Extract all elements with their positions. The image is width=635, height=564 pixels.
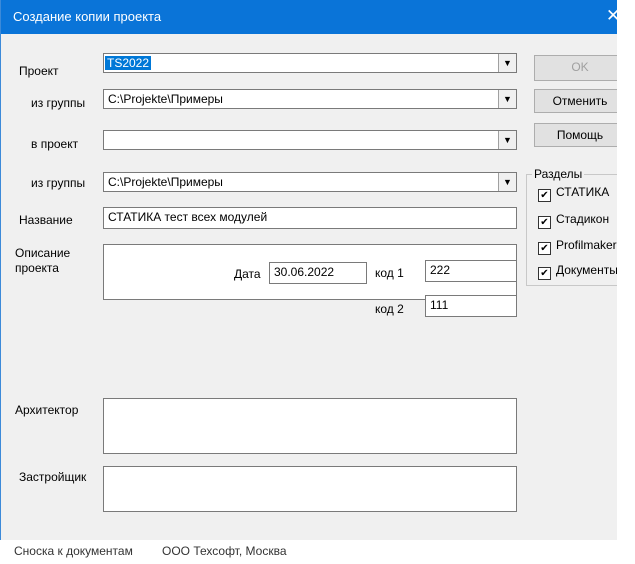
from-group-label: из группы: [31, 96, 86, 110]
date-label: Дата: [234, 267, 261, 281]
checkbox-check-icon: ✔: [538, 267, 551, 280]
section-documents-checkbox[interactable]: ✔ Документы: [538, 263, 618, 280]
torn-edge: [617, 0, 635, 564]
architect-label: Архитектор: [15, 403, 79, 417]
developer-label: Застройщик: [19, 470, 87, 484]
to-group-combo[interactable]: C:\Projekte\Примеры ▼: [103, 172, 517, 192]
section-statika-checkbox[interactable]: ✔ СТАТИКА: [538, 185, 609, 202]
title-bar: Создание копии проекта ✕: [1, 0, 625, 34]
chevron-down-icon[interactable]: ▼: [498, 54, 516, 72]
section-documents-label: Документы: [556, 263, 618, 277]
code1-label: код 1: [375, 266, 404, 280]
doc-ref-label: Сноска к документам: [14, 544, 133, 558]
section-stadikon-checkbox[interactable]: ✔ Стадикон: [538, 212, 609, 229]
from-group-combo[interactable]: C:\Projekte\Примеры ▼: [103, 89, 517, 109]
section-profilmaker-label: Profilmaker: [556, 238, 617, 252]
bottom-strip: Сноска к документам ООО Техсофт, Москва: [0, 540, 635, 564]
from-group-combo-value: C:\Projekte\Примеры: [108, 92, 223, 106]
chevron-down-icon[interactable]: ▼: [498, 90, 516, 108]
copy-project-dialog: Создание копии проекта ✕ Проект TS2022 ▼…: [0, 0, 625, 564]
name-label: Название: [19, 213, 73, 227]
developer-textarea[interactable]: [103, 466, 517, 512]
checkbox-check-icon: ✔: [538, 216, 551, 229]
chevron-down-icon[interactable]: ▼: [498, 173, 516, 191]
checkbox-check-icon: ✔: [538, 189, 551, 202]
doc-ref-value[interactable]: ООО Техсофт, Москва: [162, 544, 287, 558]
cancel-button[interactable]: Отменить: [534, 89, 625, 113]
date-input[interactable]: 30.06.2022: [269, 262, 367, 284]
checkbox-check-icon: ✔: [538, 242, 551, 255]
help-button[interactable]: Помощь: [534, 123, 625, 147]
architect-textarea[interactable]: [103, 398, 517, 454]
name-input[interactable]: СТАТИКА тест всех модулей: [103, 207, 517, 229]
project-combo[interactable]: TS2022 ▼: [103, 53, 517, 73]
project-label: Проект: [19, 64, 59, 78]
project-combo-value: TS2022: [105, 56, 152, 70]
section-profilmaker-checkbox[interactable]: ✔ Profilmaker: [538, 238, 617, 255]
code2-label: код 2: [375, 302, 404, 316]
code2-input[interactable]: 111: [425, 295, 517, 317]
chevron-down-icon[interactable]: ▼: [498, 131, 516, 149]
sections-group-title: Разделы: [532, 167, 585, 181]
section-statika-label: СТАТИКА: [556, 185, 610, 199]
to-group-label: из группы: [31, 176, 86, 190]
description-label: Описание проекта: [15, 246, 71, 275]
window-title: Создание копии проекта: [13, 9, 162, 24]
to-project-combo[interactable]: ▼: [103, 130, 517, 150]
ok-button[interactable]: OK: [534, 55, 625, 81]
code1-input[interactable]: 222: [425, 260, 517, 282]
to-group-combo-value: C:\Projekte\Примеры: [108, 175, 223, 189]
to-project-label: в проект: [31, 137, 79, 151]
section-stadikon-label: Стадикон: [556, 212, 610, 226]
